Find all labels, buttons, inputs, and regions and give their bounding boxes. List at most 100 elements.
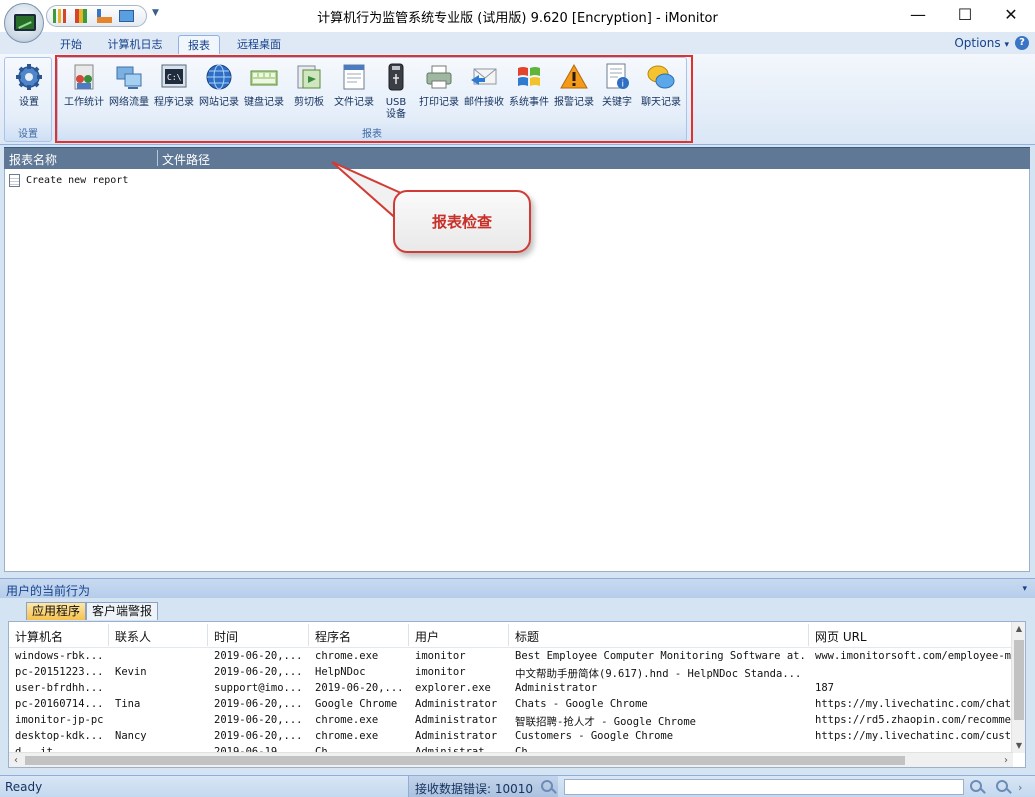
table-cell: support@imo...: [214, 682, 303, 694]
scroll-right-icon[interactable]: ›: [1018, 781, 1022, 794]
table-row[interactable]: pc-20160714... Tina 2019-06-20,... Google C…: [9, 697, 1015, 713]
gear-icon: [16, 64, 42, 90]
column-program[interactable]: 程序名: [315, 628, 351, 645]
report-button-usb-device[interactable]: USB 设备: [374, 62, 418, 121]
report-button-system-events[interactable]: 系统事件: [507, 62, 551, 109]
column-report-name[interactable]: 报表名称: [9, 151, 57, 168]
scroll-up-icon[interactable]: ▲: [1012, 622, 1025, 636]
tab-remote-desktop[interactable]: 远程桌面: [230, 35, 288, 54]
table-row[interactable]: windows-rbk... 2019-06-20,... chrome.exe im…: [9, 649, 1015, 665]
column-divider[interactable]: [108, 624, 109, 646]
maximize-button[interactable]: ☐: [942, 0, 988, 30]
title-bar: ▼ 计算机行为监管系统专业版 (试用版) 9.620 [Encryption] …: [0, 0, 1035, 43]
column-computer-name[interactable]: 计算机名: [15, 628, 63, 645]
report-label: 关键字: [602, 97, 632, 108]
current-activity-title: 用户的当前行为: [6, 584, 91, 598]
report-button-network-traffic[interactable]: 网络流量: [107, 62, 151, 109]
scroll-down-icon[interactable]: ▼: [1012, 739, 1025, 753]
table-cell: https://rd5.zhaopin.com/recommend: [815, 714, 1015, 726]
settings-button[interactable]: 设置: [7, 62, 51, 109]
tab-computer-log[interactable]: 计算机日志: [102, 35, 168, 54]
report-label: 网站记录: [199, 97, 239, 108]
report-button-keyboard-log[interactable]: 键盘记录: [242, 62, 286, 109]
column-user[interactable]: 用户: [415, 628, 439, 645]
zoom-icon[interactable]: [970, 780, 982, 792]
app-menu-orb[interactable]: [4, 3, 44, 43]
horizontal-scrollbar[interactable]: ‹ ›: [9, 752, 1013, 767]
scroll-left-icon[interactable]: ‹: [9, 753, 23, 767]
table-cell: Tina: [115, 698, 141, 710]
report-button-work-stats[interactable]: 工作统计: [62, 62, 106, 109]
mail-icon: [471, 68, 497, 85]
column-divider[interactable]: [157, 150, 158, 166]
table-row[interactable]: user-bfrdhh... support@imo... 2019-06-20,.…: [9, 681, 1013, 697]
usb-icon: [388, 63, 404, 91]
collapse-icon[interactable]: ▾: [1022, 584, 1027, 594]
report-button-chat-log[interactable]: 聊天记录: [639, 62, 683, 109]
report-button-mail[interactable]: 邮件接收: [462, 62, 506, 109]
keyword-doc-icon: i: [606, 63, 629, 90]
report-label: 打印记录: [419, 97, 459, 108]
table-row[interactable]: imonitor-jp-pc 2019-06-20,... chrome.exe Ad…: [9, 713, 1015, 729]
minimize-button[interactable]: —: [895, 0, 941, 30]
table-cell: HelpNDoc: [315, 666, 366, 678]
list-item-label: Create new report: [26, 175, 129, 186]
report-button-clipboard[interactable]: 剪切板: [287, 62, 331, 109]
list-item-create-report[interactable]: Create new report: [9, 174, 128, 187]
table-cell: 2019-06-20,...: [214, 730, 303, 742]
report-group: 工作统计 网络流量 C:\ 程序记录 网站记录 键盘记录 剪切板 文件记录 US…: [57, 57, 687, 142]
settings-label: 设置: [19, 97, 39, 108]
table-cell: 中文帮助手册简体(9.617).hnd - HelpNDoc Standa...: [515, 668, 802, 680]
report-button-website-log[interactable]: 网站记录: [197, 62, 241, 109]
warning-icon: [560, 63, 588, 89]
activity-tab-row: 应用程序 客户端警报: [0, 598, 1035, 620]
settings-group-label: 设置: [18, 129, 38, 140]
chat-bubbles-icon: [647, 65, 675, 89]
report-button-program-log[interactable]: C:\ 程序记录: [152, 62, 196, 109]
tab-start[interactable]: 开始: [52, 35, 90, 54]
callout-report-check: 报表检查: [393, 190, 531, 253]
column-divider[interactable]: [808, 624, 809, 646]
column-contact[interactable]: 联系人: [115, 628, 151, 645]
column-time[interactable]: 时间: [214, 628, 238, 645]
report-label: 文件记录: [334, 97, 374, 108]
column-title[interactable]: 标题: [515, 628, 539, 645]
report-button-alarm-log[interactable]: 报警记录: [552, 62, 596, 109]
help-icon[interactable]: ?: [1015, 36, 1029, 50]
document-icon: [9, 174, 20, 187]
table-cell: desktop-kdk...: [15, 730, 104, 742]
column-divider[interactable]: [207, 624, 208, 646]
tab-reports[interactable]: 报表: [178, 35, 220, 54]
report-button-keywords[interactable]: i 关键字: [595, 62, 639, 109]
close-button[interactable]: ✕: [988, 0, 1034, 30]
zoom-out-icon[interactable]: [996, 780, 1008, 792]
status-search-input[interactable]: [564, 779, 964, 795]
report-button-file-log[interactable]: 文件记录: [332, 62, 376, 109]
report-group-label: 报表: [362, 129, 382, 140]
scroll-thumb[interactable]: [25, 756, 905, 765]
table-cell: chrome.exe: [315, 730, 379, 742]
report-button-print-log[interactable]: 打印记录: [417, 62, 461, 109]
column-divider[interactable]: [308, 624, 309, 646]
column-divider[interactable]: [508, 624, 509, 646]
tab-client-alerts[interactable]: 客户端警报: [86, 602, 159, 620]
clipboard-icon: [297, 65, 321, 89]
table-cell: Administrator: [515, 682, 598, 694]
vertical-scrollbar[interactable]: ▲ ▼: [1011, 622, 1025, 753]
column-divider[interactable]: [408, 624, 409, 646]
column-url[interactable]: 网页 URL: [815, 628, 867, 645]
table-row[interactable]: desktop-kdk... Nancy 2019-06-20,... chrome.…: [9, 729, 1015, 745]
scroll-thumb[interactable]: [1014, 640, 1024, 720]
column-file-path[interactable]: 文件路径: [162, 151, 210, 168]
tab-applications[interactable]: 应用程序: [26, 602, 87, 620]
table-cell: 2019-06-20,...: [214, 666, 303, 678]
table-row[interactable]: pc-20151223... Kevin 2019-06-20,... HelpNDo…: [9, 665, 1013, 681]
options-menu[interactable]: Options ▾: [954, 36, 1009, 50]
scroll-right-icon[interactable]: ›: [999, 753, 1013, 767]
report-list-header: 报表名称 文件路径: [4, 147, 1030, 169]
options-dropdown-icon: ▾: [1004, 40, 1009, 50]
search-icon[interactable]: [541, 780, 553, 792]
window-title: 计算机行为监管系统专业版 (试用版) 9.620 [Encryption] - …: [317, 11, 718, 26]
report-label: USB 设备: [385, 97, 407, 120]
table-cell: https://my.livechatinc.com/custom: [815, 730, 1015, 742]
